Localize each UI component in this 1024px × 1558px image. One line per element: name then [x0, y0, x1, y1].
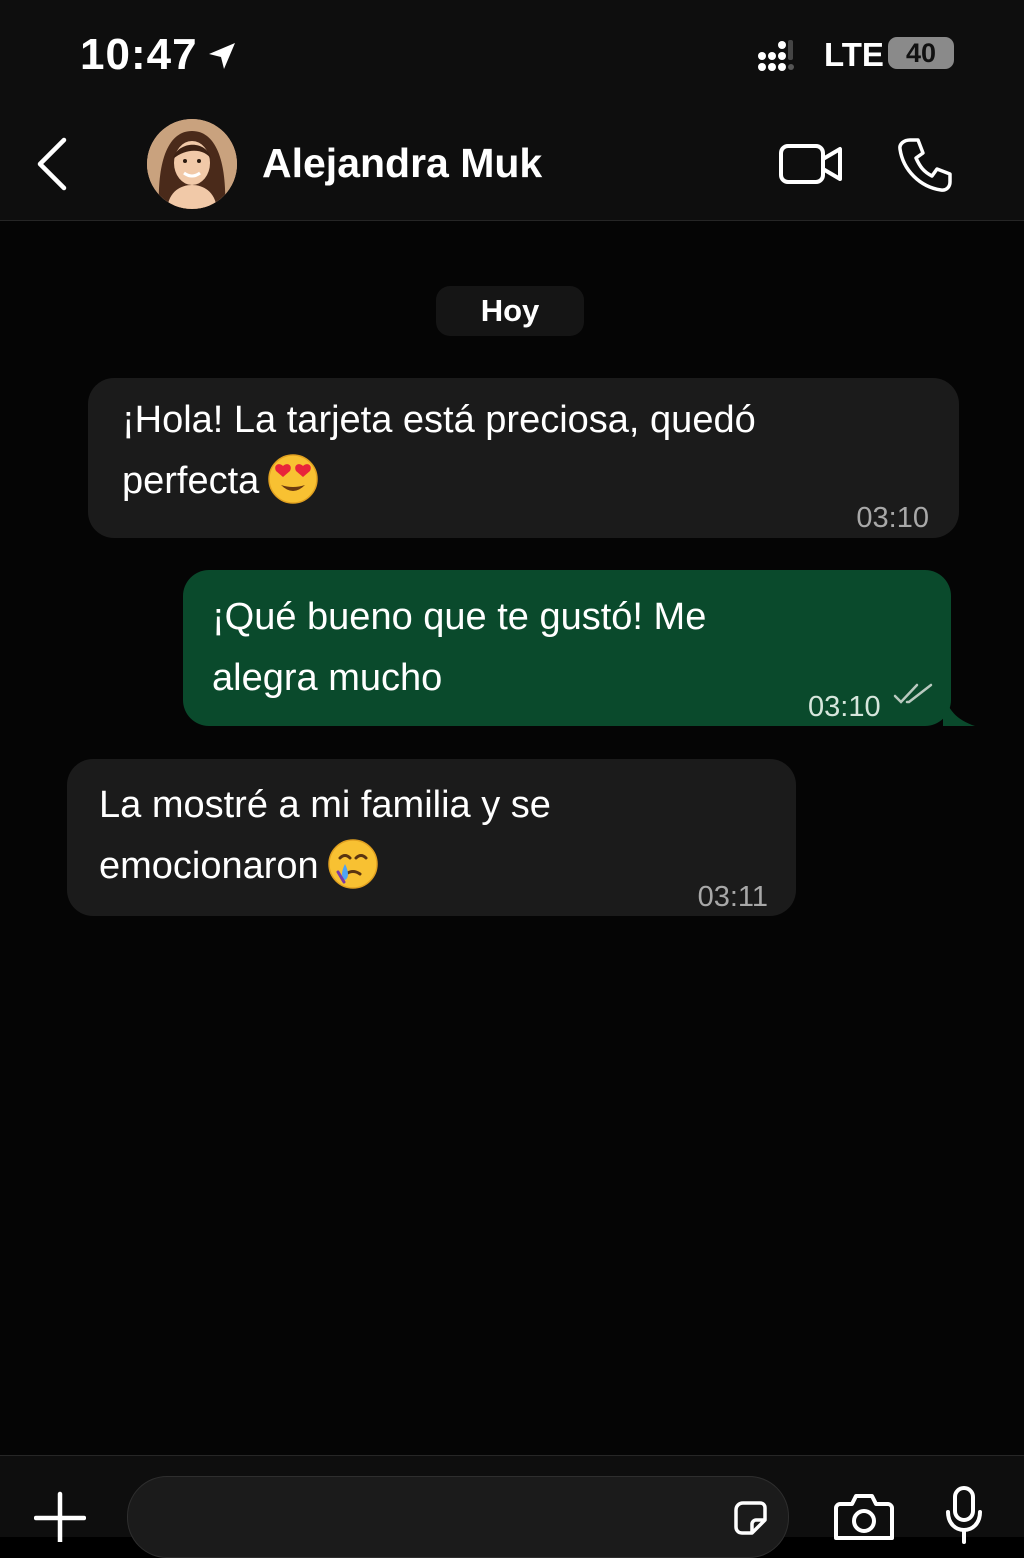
camera-icon[interactable] — [834, 1490, 894, 1542]
microphone-icon[interactable] — [944, 1484, 984, 1544]
message-line: perfecta — [122, 460, 260, 502]
sticker-icon[interactable] — [730, 1498, 770, 1538]
message-bubble-incoming[interactable]: ¡Hola! La tarjeta está preciosa, quedó p… — [88, 378, 959, 538]
status-time: 10:47 — [80, 30, 198, 79]
message-text: ¡Hola! La tarjeta está preciosa, quedó p… — [122, 390, 942, 512]
phone-icon[interactable] — [896, 136, 954, 194]
avatar[interactable] — [147, 119, 237, 209]
message-bubble-incoming[interactable]: La mostré a mi familia y se emocionaron … — [67, 759, 796, 916]
message-line-wrap: perfecta — [122, 451, 942, 512]
chevron-left-icon[interactable] — [32, 134, 76, 194]
bubble-tail — [943, 690, 975, 726]
message-line: emocionaron — [99, 845, 319, 887]
video-camera-icon[interactable] — [778, 140, 844, 188]
plus-icon[interactable] — [34, 1490, 86, 1542]
chat-header: Alejandra Muk — [0, 110, 1024, 221]
message-line-wrap: emocionaron — [99, 836, 779, 897]
chat-area[interactable]: Hoy ¡Hola! La tarjeta está preciosa, que… — [0, 221, 1024, 1455]
message-line: ¡Qué bueno que te gustó! Me — [212, 596, 707, 638]
contact-name[interactable]: Alejandra Muk — [262, 140, 542, 187]
holding-back-tears-emoji-icon — [327, 839, 378, 889]
message-time: 03:10 — [856, 502, 929, 534]
message-line: La mostré a mi familia y se — [99, 784, 551, 826]
avatar-image — [147, 119, 237, 209]
date-separator: Hoy — [436, 286, 584, 336]
location-arrow-icon — [209, 43, 235, 69]
input-bar — [0, 1455, 1024, 1558]
message-time: 03:10 — [808, 691, 881, 723]
message-input[interactable] — [127, 1476, 789, 1558]
signal-icon — [758, 40, 794, 71]
status-bar: 10:47 LTE 40 — [0, 0, 1024, 110]
message-bubble-outgoing[interactable]: ¡Qué bueno que te gustó! Me alegra mucho… — [183, 570, 975, 726]
message-line: ¡Hola! La tarjeta está preciosa, quedó — [122, 399, 756, 441]
message-time: 03:11 — [697, 881, 768, 913]
double-check-icon — [893, 683, 933, 704]
battery-level: 40 — [888, 37, 954, 69]
heart-eyes-emoji-icon — [268, 454, 319, 504]
message-text: La mostré a mi familia y se emocionaron — [99, 775, 779, 897]
network-type: LTE — [824, 36, 884, 73]
